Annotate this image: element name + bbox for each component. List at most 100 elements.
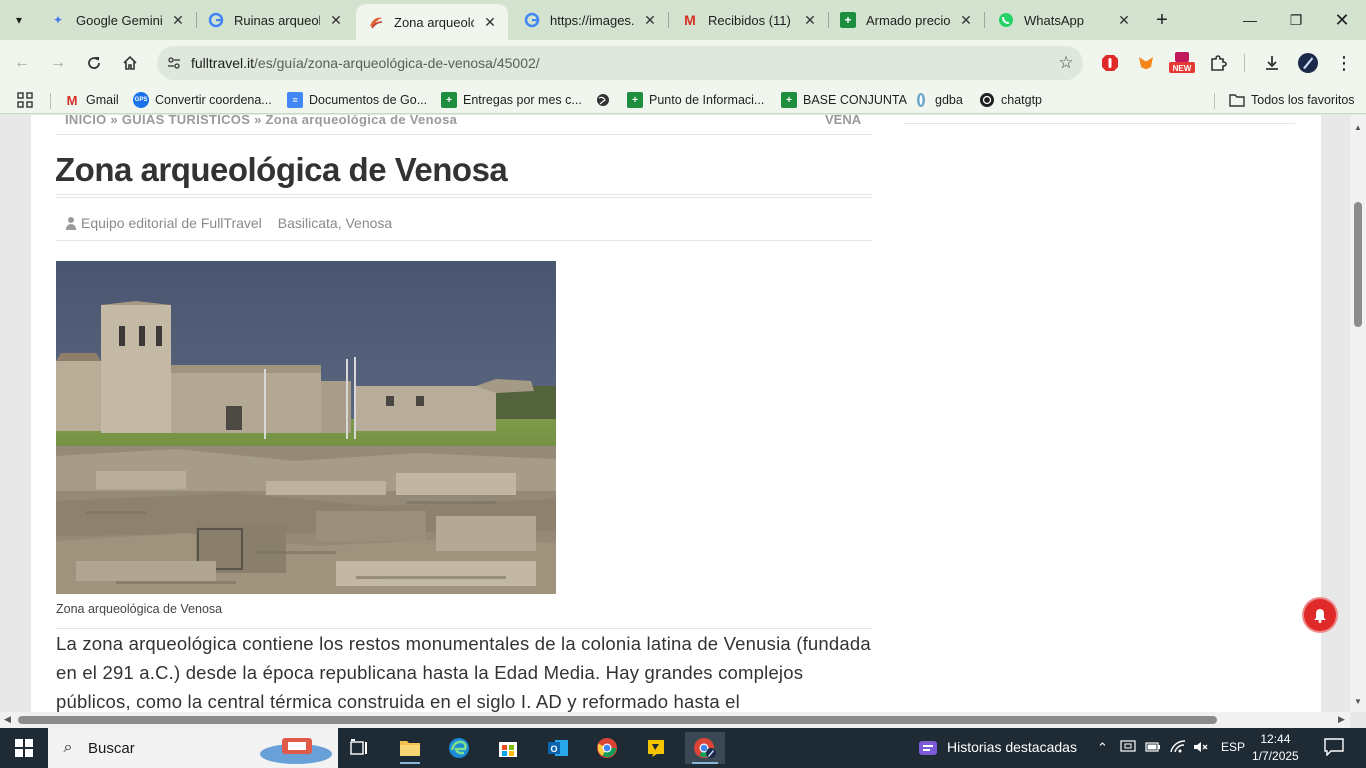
toolbar-divider: [1244, 54, 1245, 72]
news-widget-icon[interactable]: [917, 737, 939, 762]
bookmark-label: Entregas por mes c...: [463, 93, 582, 107]
scroll-left-icon[interactable]: ◀: [4, 714, 11, 725]
home-button[interactable]: [116, 49, 144, 77]
profile-avatar-icon[interactable]: [1296, 51, 1320, 75]
apps-grid-icon[interactable]: [17, 90, 33, 110]
bookmark-documentos[interactable]: ≡ Documentos de Go...: [287, 90, 427, 110]
close-icon[interactable]: ✕: [642, 12, 658, 28]
chrome-icon[interactable]: [587, 732, 627, 764]
vertical-scroll-thumb[interactable]: [1354, 202, 1362, 327]
bookmark-gmail[interactable]: M Gmail: [64, 90, 119, 110]
horizontal-scroll-thumb[interactable]: [18, 716, 1217, 724]
menu-kebab-icon[interactable]: ⋮: [1332, 51, 1356, 75]
minimize-button[interactable]: —: [1230, 6, 1270, 34]
breadcrumb[interactable]: INICIO » GUÍAS TURÍSTICOS » Zona arqueol…: [65, 115, 457, 127]
clock[interactable]: 12:44 1/7/2025: [1252, 731, 1299, 765]
news-widget-label[interactable]: Historias destacadas: [947, 739, 1077, 755]
reload-icon: [88, 57, 100, 69]
clock-date: 1/7/2025: [1252, 749, 1299, 763]
back-button[interactable]: ←: [8, 49, 36, 77]
close-icon[interactable]: ✕: [482, 14, 498, 30]
close-icon[interactable]: ✕: [170, 12, 186, 28]
breadcrumb-right-link[interactable]: VENA: [825, 115, 861, 127]
chrome-profile-icon[interactable]: [685, 732, 725, 764]
location-link[interactable]: Basilicata, Venosa: [278, 215, 392, 231]
bookmarks-separator: [50, 93, 51, 109]
bookmark-label: Gmail: [86, 93, 119, 107]
page-title: Zona arqueológica de Venosa: [55, 151, 508, 188]
site-info-icon[interactable]: [157, 46, 191, 80]
bookmark-entregas[interactable]: + Entregas por mes c...: [441, 90, 582, 110]
tab-images[interactable]: https://images.u ✕: [512, 0, 668, 40]
volume-muted-icon[interactable]: [1193, 740, 1209, 757]
notifications-icon[interactable]: [1324, 738, 1344, 759]
scroll-up-icon[interactable]: ▲: [1354, 123, 1362, 132]
svg-text:O: O: [550, 744, 557, 754]
bookmark-punto-informacion[interactable]: + Punto de Informaci...: [627, 90, 764, 110]
tab-whatsapp[interactable]: WhatsApp ✕: [986, 0, 1142, 40]
restore-button[interactable]: ❐: [1276, 6, 1316, 34]
bookmark-label: Convertir coordena...: [155, 93, 272, 107]
search-highlight-icon: [258, 732, 334, 768]
task-view-icon[interactable]: [340, 732, 380, 764]
gmail-icon: M: [66, 92, 78, 108]
sticky-app-icon[interactable]: [636, 732, 676, 764]
close-icon[interactable]: ✕: [1116, 12, 1132, 28]
bookmark-label: BASE CONJUNTA: [803, 93, 907, 107]
fulltravel-icon: [368, 14, 384, 30]
forward-button[interactable]: →: [44, 49, 72, 77]
windows-start-button[interactable]: [0, 728, 48, 768]
metamask-extension-icon[interactable]: [1134, 51, 1158, 75]
bookmark-gdba[interactable]: gdba: [913, 90, 963, 110]
extensions-puzzle-icon[interactable]: [1206, 51, 1230, 75]
all-bookmarks-folder[interactable]: Todos los favoritos: [1229, 90, 1355, 110]
adblock-extension-icon[interactable]: [1098, 51, 1122, 75]
tab-recibidos[interactable]: M Recibidos (11) - ✕: [670, 0, 828, 40]
wifi-icon[interactable]: [1170, 740, 1186, 757]
globe-icon: [595, 92, 611, 108]
bookmark-chatgtp[interactable]: chatgtp: [979, 90, 1042, 110]
display-icon[interactable]: [1120, 740, 1136, 757]
chevron-up-icon[interactable]: ⌃: [1097, 740, 1108, 756]
new-tab-button[interactable]: +: [1150, 8, 1174, 32]
docs-icon: ≡: [287, 92, 303, 108]
scroll-down-icon[interactable]: ▼: [1354, 697, 1362, 706]
bookmark-base-conjunta[interactable]: + BASE CONJUNTA: [781, 90, 907, 110]
divider: [56, 240, 872, 241]
bookmark-star-icon[interactable]: ☆: [1049, 46, 1083, 80]
battery-icon[interactable]: [1145, 740, 1161, 757]
url-text[interactable]: fulltravel.it/es/guía/zona-arqueológica-…: [191, 55, 1049, 71]
close-window-button[interactable]: ✕: [1322, 6, 1362, 34]
tab-google-gemini[interactable]: ✦ Google Gemini ✕: [38, 0, 196, 40]
notification-bell-button[interactable]: [1304, 599, 1336, 631]
address-bar[interactable]: fulltravel.it/es/guía/zona-arqueológica-…: [157, 46, 1083, 80]
horizontal-scrollbar[interactable]: ◀ ▶: [0, 712, 1350, 728]
close-icon[interactable]: ✕: [802, 12, 818, 28]
outlook-icon[interactable]: O: [538, 732, 578, 764]
microsoft-store-icon[interactable]: [488, 732, 528, 764]
article-meta: Equipo editorial de FullTravel Basilicat…: [65, 215, 392, 231]
new-extension-icon[interactable]: NEW: [1168, 51, 1196, 75]
tab-zona-arqueologica[interactable]: Zona arqueológ ✕: [356, 4, 508, 40]
author-link[interactable]: Equipo editorial de FullTravel: [81, 215, 262, 231]
tab-search-icon[interactable]: ▾: [6, 8, 32, 32]
scroll-right-icon[interactable]: ▶: [1338, 714, 1345, 725]
vertical-scrollbar[interactable]: ▲ ▼: [1350, 115, 1366, 712]
google-icon: [208, 12, 224, 28]
file-explorer-icon[interactable]: [390, 732, 430, 764]
language-indicator[interactable]: ESP: [1221, 740, 1245, 754]
reload-button[interactable]: [80, 49, 108, 77]
edge-icon[interactable]: [439, 732, 479, 764]
bookmark-globe[interactable]: [595, 90, 617, 110]
close-icon[interactable]: ✕: [328, 12, 344, 28]
tab-ruinas[interactable]: Ruinas arqueoló ✕: [196, 0, 354, 40]
tab-title: Armado precio C: [866, 12, 950, 28]
divider: [56, 197, 872, 198]
downloads-icon[interactable]: [1260, 51, 1284, 75]
close-icon[interactable]: ✕: [958, 12, 974, 28]
bookmark-convertir-coordenadas[interactable]: GPS Convertir coordena...: [133, 90, 272, 110]
venosa-ruins-photo: [56, 261, 556, 594]
photo-caption: Zona arqueológica de Venosa: [56, 602, 223, 616]
taskbar-search-box[interactable]: ⌕ Buscar: [48, 728, 338, 768]
tab-armado-precio[interactable]: + Armado precio C ✕: [828, 0, 984, 40]
